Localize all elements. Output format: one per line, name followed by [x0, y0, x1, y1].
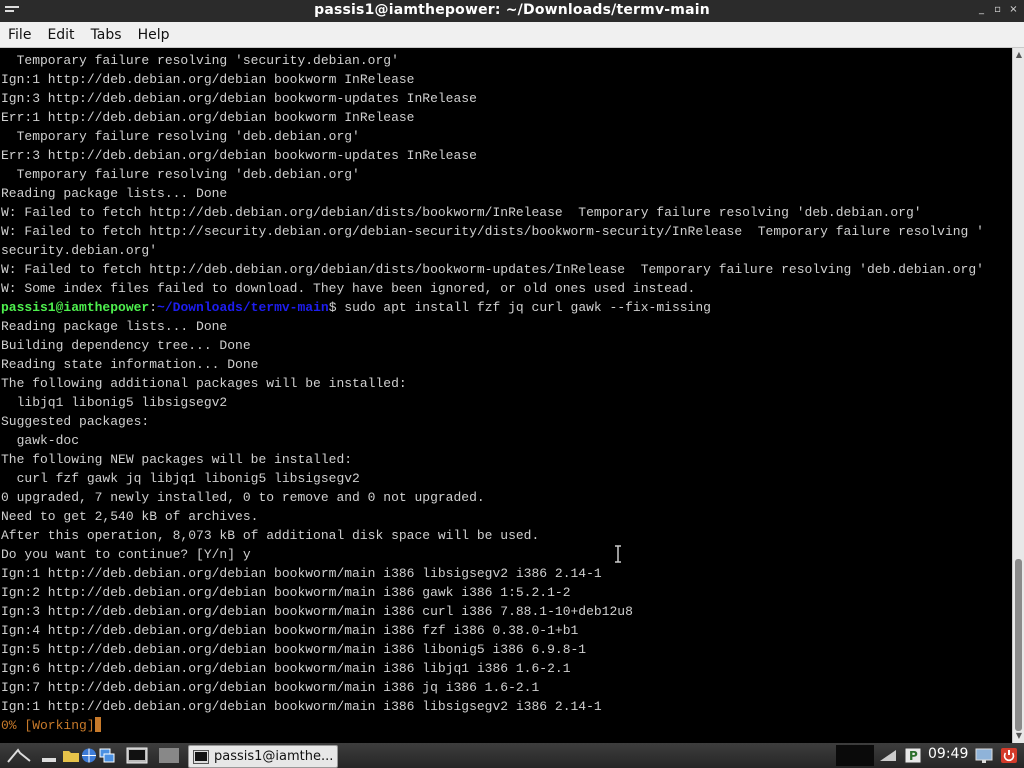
- terminal-line: Suggested packages:: [1, 414, 150, 429]
- window-title: passis1@iamthepower: ~/Downloads/termv-m…: [314, 2, 710, 18]
- browser-icon[interactable]: [80, 747, 98, 764]
- volume-icon[interactable]: [878, 747, 900, 764]
- terminal-line: Ign:1 http://deb.debian.org/debian bookw…: [1, 72, 415, 87]
- terminal-line: Temporary failure resolving 'deb.debian.…: [1, 167, 360, 182]
- terminal-line: Reading state information... Done: [1, 357, 259, 372]
- terminal-line: Building dependency tree... Done: [1, 338, 251, 353]
- menu-bar: File Edit Tabs Help: [0, 22, 1024, 48]
- menu-icon[interactable]: [6, 747, 32, 764]
- terminal-line: The following additional packages will b…: [1, 376, 407, 391]
- terminal-scrollbar[interactable]: ▲ ▼: [1012, 48, 1024, 743]
- terminal-line: Ign:3 http://deb.debian.org/debian bookw…: [1, 604, 633, 619]
- terminal-line: gawk-doc: [1, 433, 80, 448]
- tray-placeholder: [836, 745, 874, 766]
- maximize-button[interactable]: ▫: [991, 3, 1004, 16]
- terminal-line: Need to get 2,540 kB of archives.: [1, 509, 259, 524]
- command-prompt-line: passis1@iamthepower:~/Downloads/termv-ma…: [1, 298, 711, 317]
- terminal-line: Reading package lists... Done: [1, 319, 228, 334]
- terminal-line: Ign:4 http://deb.debian.org/debian bookw…: [1, 623, 579, 638]
- menu-edit[interactable]: Edit: [39, 27, 82, 43]
- screen-icon[interactable]: [975, 747, 993, 764]
- terminal-line: Err:1 http://deb.debian.org/debian bookw…: [1, 110, 415, 125]
- clipboard-icon[interactable]: P: [904, 747, 922, 764]
- menu-tabs[interactable]: Tabs: [83, 27, 130, 43]
- prompt-command: $ sudo apt install fzf jq curl gawk --fi…: [328, 300, 711, 315]
- terminal-icon: [193, 749, 209, 764]
- terminal-line: Ign:1 http://deb.debian.org/debian bookw…: [1, 699, 602, 714]
- terminal-line: Ign:7 http://deb.debian.org/debian bookw…: [1, 680, 540, 695]
- terminal-line: Temporary failure resolving 'deb.debian.…: [1, 129, 360, 144]
- terminal-line: After this operation, 8,073 kB of additi…: [1, 528, 540, 543]
- progress-line: 0% [Working]: [1, 716, 101, 735]
- workspace-icon[interactable]: [98, 747, 116, 764]
- taskbar-clock[interactable]: 09:49: [928, 746, 968, 762]
- menu-help[interactable]: Help: [130, 27, 178, 43]
- terminal-line: Ign:5 http://deb.debian.org/debian bookw…: [1, 642, 587, 657]
- terminal-line: Do you want to continue? [Y/n] y: [1, 547, 251, 562]
- progress-text: 0% [Working]: [1, 718, 95, 733]
- prompt-separator: :: [149, 300, 158, 315]
- terminal-line: W: Failed to fetch http://security.debia…: [1, 224, 984, 239]
- menu-file[interactable]: File: [0, 27, 39, 43]
- terminal-line: Ign:6 http://deb.debian.org/debian bookw…: [1, 661, 571, 676]
- app-grid-icon[interactable]: [158, 747, 180, 764]
- terminal-line: The following NEW packages will be insta…: [1, 452, 353, 467]
- terminal-line: libjq1 libonig5 libsigsegv2: [1, 395, 228, 410]
- power-icon[interactable]: [1000, 747, 1018, 764]
- show-desktop-icon[interactable]: [40, 747, 58, 764]
- svg-text:P: P: [909, 749, 918, 763]
- text-cursor-icon: [615, 545, 621, 563]
- terminal-line: security.debian.org': [1, 243, 158, 258]
- scroll-down-icon[interactable]: ▼: [1014, 731, 1024, 741]
- terminal-line: curl fzf gawk jq libjq1 libonig5 libsigs…: [1, 471, 360, 486]
- terminal-icon[interactable]: [126, 747, 148, 764]
- terminal-line: 0 upgraded, 7 newly installed, 0 to remo…: [1, 490, 485, 505]
- terminal-output[interactable]: Temporary failure resolving 'security.de…: [0, 48, 1012, 743]
- taskbar: passis1@iamthe... P 09:49: [0, 743, 1024, 768]
- terminal-line: Reading package lists... Done: [1, 186, 228, 201]
- taskbar-terminal-task[interactable]: passis1@iamthe...: [188, 745, 338, 768]
- prompt-path: ~/Downloads/termv-main: [157, 300, 329, 315]
- close-button[interactable]: ×: [1007, 3, 1020, 16]
- terminal-line: Ign:2 http://deb.debian.org/debian bookw…: [1, 585, 571, 600]
- terminal-line: Ign:3 http://deb.debian.org/debian bookw…: [1, 91, 477, 106]
- terminal-line: Temporary failure resolving 'security.de…: [1, 53, 399, 68]
- terminal-line: Ign:1 http://deb.debian.org/debian bookw…: [1, 566, 602, 581]
- task-label: passis1@iamthe...: [214, 749, 334, 764]
- terminal-line: W: Some index files failed to download. …: [1, 281, 696, 296]
- terminal-line: W: Failed to fetch http://deb.debian.org…: [1, 205, 922, 220]
- terminal-line: W: Failed to fetch http://deb.debian.org…: [1, 262, 984, 277]
- file-manager-icon[interactable]: [62, 747, 80, 764]
- scroll-up-icon[interactable]: ▲: [1014, 50, 1024, 60]
- minimize-button[interactable]: _: [975, 3, 988, 16]
- window-titlebar[interactable]: passis1@iamthepower: ~/Downloads/termv-m…: [0, 0, 1024, 22]
- cursor-block: [94, 717, 101, 732]
- terminal-line: Err:3 http://deb.debian.org/debian bookw…: [1, 148, 477, 163]
- prompt-user: passis1@iamthepower: [1, 300, 150, 315]
- scrollbar-thumb[interactable]: [1015, 559, 1022, 731]
